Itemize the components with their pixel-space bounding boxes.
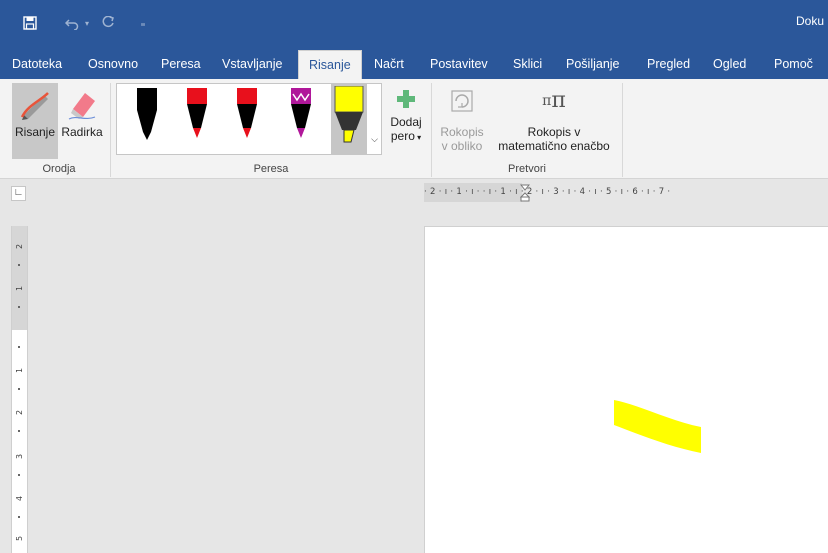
save-icon[interactable] (22, 14, 38, 32)
tab-review[interactable]: Pregled (647, 50, 690, 79)
yellow-highlighter-icon (334, 85, 364, 151)
vertical-ruler[interactable]: 2 1 1 2 3 4 5 (11, 226, 28, 553)
pen-gallery-dropdown-icon[interactable]: ⌵ (367, 84, 382, 154)
red-pen-icon[interactable] (183, 88, 211, 142)
tab-references[interactable]: Sklici (513, 50, 542, 79)
eraser-tool-button[interactable]: Radirka (58, 83, 106, 159)
vertical-ruler-number: 5 (15, 535, 24, 542)
ruler-tick (18, 346, 20, 348)
vertical-ruler-number: 1 (15, 285, 24, 292)
ruler-tick (18, 264, 20, 266)
vertical-ruler-number: 4 (15, 495, 24, 502)
ink-to-shape-label-line1: Rokopis (440, 125, 484, 139)
vertical-ruler-number: 2 (15, 409, 24, 416)
pen-gallery: ⌵ (116, 83, 382, 155)
tab-home[interactable]: Osnovno (88, 50, 138, 79)
ink-to-math-label-line2: matematično enačbo (498, 139, 610, 153)
ruler-tick (18, 474, 20, 476)
document-page[interactable] (424, 226, 828, 553)
ink-to-math-button[interactable]: ππ Rokopis v matematično enačbo (490, 85, 618, 161)
group-separator (110, 83, 111, 177)
convert-group-label: Pretvori (508, 163, 546, 175)
black-pen-icon[interactable] (133, 88, 161, 142)
vertical-ruler-number: 2 (15, 243, 24, 250)
horizontal-ruler[interactable]: · 2 · ı · 1 · ı · · ı · 1 · ı · 2 · ı · … (424, 183, 828, 202)
undo-dropdown-icon[interactable]: ▾ (82, 14, 92, 32)
customize-icon[interactable]: ₌ (138, 14, 148, 32)
ruler-tick (18, 306, 20, 308)
add-pen-label-line1: Dodaj (390, 115, 422, 129)
tools-group-label: Orodja (42, 163, 76, 175)
eraser-tool-label: Radirka (61, 125, 103, 139)
ink-to-shape-button[interactable]: Rokopis v obliko (436, 85, 488, 161)
add-icon (396, 89, 416, 109)
indent-marker-icon[interactable] (519, 184, 531, 202)
group-separator (431, 83, 432, 177)
red-pen-2-icon[interactable] (233, 88, 261, 142)
add-pen-button[interactable]: Dodaj pero ▾ (384, 85, 428, 161)
ruler-tick (18, 516, 20, 518)
tab-pens[interactable]: Peresa (161, 50, 201, 79)
draw-tool-button[interactable]: Risanje (12, 83, 58, 159)
add-pen-label-line2: pero (390, 129, 415, 143)
undo-icon[interactable] (64, 14, 80, 32)
document-title: Doku (796, 14, 825, 28)
galaxy-pen-icon[interactable] (287, 88, 315, 142)
ruler-tick (18, 430, 20, 432)
eraser-icon (65, 87, 99, 121)
tab-help[interactable]: Pomoč (774, 50, 813, 79)
yellow-highlighter-button[interactable] (331, 84, 367, 154)
ink-to-shape-icon (448, 87, 476, 115)
title-bar: ▾ ₌ Doku (0, 0, 828, 46)
add-pen-label-line2-wrap: pero ▾ (384, 129, 428, 143)
ruler-tick (18, 388, 20, 390)
ribbon: Risanje Radirka Orodja ⌵ Dodaj pero ▾ Pe… (0, 79, 828, 179)
tab-insert[interactable]: Vstavljanje (222, 50, 282, 79)
ink-to-shape-label-line2: v obliko (441, 139, 483, 153)
pens-group-label: Peresa (253, 163, 289, 175)
ink-canvas (614, 400, 701, 453)
tab-design[interactable]: Načrt (374, 50, 404, 79)
pi-icon: ππ (542, 88, 566, 113)
tab-file[interactable]: Datoteka (12, 50, 62, 79)
tab-layout[interactable]: Postavitev (430, 50, 488, 79)
chevron-down-icon: ▾ (414, 133, 422, 142)
ribbon-tabs: Datoteka Osnovno Peresa Vstavljanje Risa… (0, 46, 828, 79)
draw-icon (18, 87, 52, 121)
ink-to-math-label-line1: Rokopis v (527, 125, 581, 139)
tab-draw[interactable]: Risanje (298, 50, 362, 79)
horizontal-ruler-scale: · 2 · ı · 1 · ı · · ı · 1 · ı · 2 · ı · … (424, 187, 671, 197)
tab-selector-icon[interactable]: ∟ (11, 186, 26, 201)
tab-mailings[interactable]: Pošiljanje (566, 50, 620, 79)
highlighter-stroke (614, 400, 701, 453)
tab-view[interactable]: Ogled (713, 50, 746, 79)
redo-icon[interactable] (100, 14, 116, 32)
vertical-ruler-number: 1 (15, 367, 24, 374)
vertical-ruler-number: 3 (15, 453, 24, 460)
draw-tool-label: Risanje (14, 125, 56, 139)
group-separator (622, 83, 623, 177)
